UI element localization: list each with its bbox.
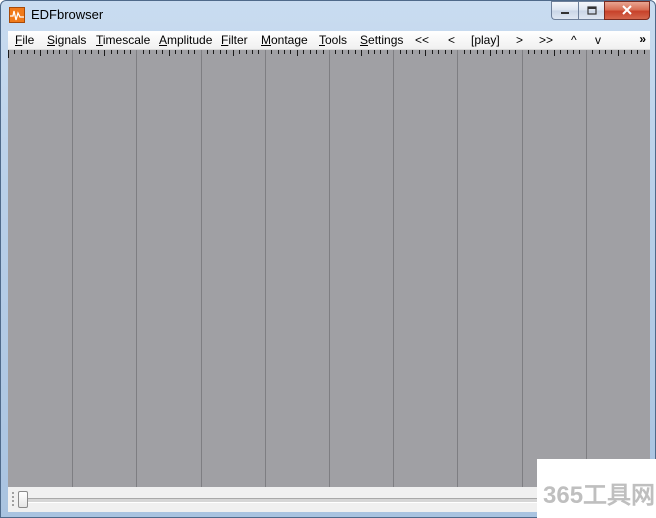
close-button[interactable] — [604, 1, 650, 20]
menu-file[interactable]: File — [15, 33, 34, 47]
nav-play-button[interactable]: [play] — [471, 33, 500, 47]
title-bar[interactable]: EDFbrowser — [1, 1, 655, 31]
nav-up-button[interactable]: ^ — [571, 33, 577, 47]
menu-bar: File Signals Timescale Amplitude Filter … — [8, 31, 650, 50]
menu-montage-mnemonic: M — [261, 33, 271, 47]
grid-division-line — [136, 50, 137, 487]
signal-display-area[interactable] — [8, 50, 650, 487]
menu-montage-label: ontage — [271, 33, 308, 47]
window-controls — [551, 1, 650, 20]
grid-division-line — [457, 50, 458, 487]
toolbar-grip[interactable] — [11, 491, 15, 507]
menu-signals-label: ignals — [55, 33, 87, 47]
maximize-button[interactable] — [578, 1, 604, 20]
close-icon — [621, 2, 633, 20]
grid-division-line — [393, 50, 394, 487]
menu-tools[interactable]: Tools — [319, 33, 347, 47]
menu-amplitude-label: mplitude — [167, 33, 213, 47]
menu-signals-mnemonic: S — [47, 33, 56, 47]
menu-timescale-label: imescale — [102, 33, 151, 47]
menu-signals[interactable]: Signals — [47, 33, 86, 47]
grid-division-line — [201, 50, 202, 487]
nav-previous-button[interactable]: < — [448, 33, 455, 47]
grid-division-line — [522, 50, 523, 487]
minimize-button[interactable] — [551, 1, 578, 20]
watermark-text: 365工具网 — [543, 482, 656, 509]
menu-amplitude-mnemonic: A — [159, 33, 168, 47]
nav-next-button[interactable]: > — [516, 33, 523, 47]
menu-settings-label: ettings — [368, 33, 404, 47]
menu-settings-mnemonic: S — [360, 33, 369, 47]
minimize-icon — [560, 2, 570, 20]
nav-fast-forward-button[interactable]: >> — [539, 33, 553, 47]
nav-fast-rewind-button[interactable]: << — [415, 33, 429, 47]
menu-settings[interactable]: Settings — [360, 33, 403, 47]
menu-montage[interactable]: Montage — [261, 33, 308, 47]
window-title: EDFbrowser — [31, 7, 104, 22]
menu-file-label: ile — [22, 33, 35, 47]
menu-tools-label: ools — [325, 33, 348, 47]
menu-overflow-button[interactable]: » — [639, 32, 646, 46]
client-area: File Signals Timescale Amplitude Filter … — [8, 31, 650, 512]
grid-division-line — [265, 50, 266, 487]
time-slider-handle[interactable] — [18, 491, 28, 508]
nav-down-button[interactable]: v — [595, 33, 601, 47]
edfbrowser-window: EDFbrowser File Signals Timescale Amplit… — [0, 0, 656, 518]
menu-timescale[interactable]: Timescale — [96, 33, 150, 47]
edfbrowser-app-icon[interactable] — [9, 7, 25, 23]
watermark-logo: 365工具网 — [537, 459, 656, 518]
menu-amplitude[interactable]: Amplitude — [159, 33, 212, 47]
menu-filter-label: ilter — [228, 33, 248, 47]
grid-division-line — [72, 50, 73, 487]
maximize-icon — [586, 2, 597, 20]
grid-division-line — [586, 50, 587, 487]
menu-timescale-mnemonic: T — [96, 33, 103, 47]
menu-filter[interactable]: Filter — [221, 33, 248, 47]
grid-division-line — [329, 50, 330, 487]
